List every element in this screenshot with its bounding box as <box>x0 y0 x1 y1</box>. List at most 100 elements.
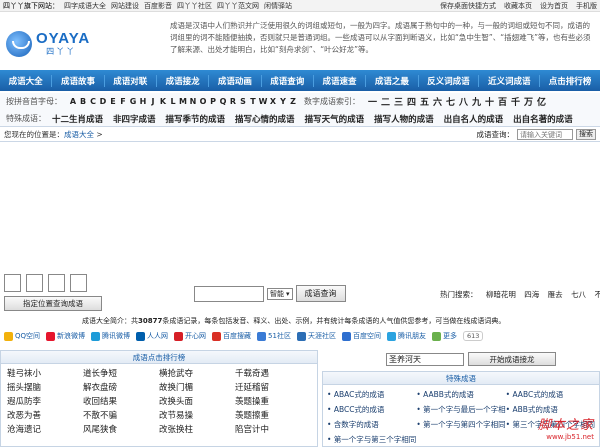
number-index-item[interactable]: 五 <box>418 95 431 108</box>
number-index-item[interactable]: 十 <box>483 95 496 108</box>
query-mode-select[interactable]: 智能 ▾ <box>267 287 293 300</box>
ranking-word[interactable]: 陷宫计中 <box>235 424 311 436</box>
special-index-item[interactable]: 描写心情的成语 <box>235 115 295 125</box>
ranking-word[interactable]: 道长争短 <box>83 368 159 380</box>
number-index-item[interactable]: 百 <box>496 95 509 108</box>
share-item[interactable]: 腾讯微博 <box>91 331 130 341</box>
pinyin-letter-t[interactable]: T <box>248 97 258 106</box>
position-cell-1[interactable] <box>4 274 21 292</box>
ranking-word[interactable]: 收回结果 <box>83 396 159 408</box>
nav-synonyms[interactable]: 近义词成语 <box>479 74 541 87</box>
share-item[interactable]: 百度空间 <box>341 331 381 341</box>
pinyin-letter-r[interactable]: R <box>228 97 238 106</box>
ranking-word[interactable]: 沧海遗记 <box>7 424 83 436</box>
site-link-baidu-player[interactable]: 百度影音 <box>144 1 172 11</box>
pinyin-letter-a[interactable]: A <box>68 97 78 106</box>
special-index-item[interactable]: 十二生肖成语 <box>52 115 103 125</box>
number-index-item[interactable]: 六 <box>431 95 444 108</box>
number-index-item[interactable]: 二 <box>379 95 392 108</box>
special-index-item[interactable]: 非四字成语 <box>113 115 156 125</box>
pinyin-letter-z[interactable]: Z <box>288 97 298 106</box>
pinyin-letter-w[interactable]: W <box>258 97 268 106</box>
site-logo[interactable]: OYAYA 四丫丫 <box>6 26 136 62</box>
nav-rankings[interactable]: 点击排行榜 <box>540 75 600 87</box>
ranking-word[interactable]: 不散不骗 <box>83 410 159 422</box>
mobile-link[interactable]: 手机版 <box>576 1 597 11</box>
pinyin-letter-q[interactable]: Q <box>218 97 228 106</box>
nav-antonyms[interactable]: 反义词成语 <box>419 74 480 87</box>
bookmark-link[interactable]: 收藏本页 <box>504 1 532 11</box>
search-input[interactable] <box>517 129 573 140</box>
number-index-item[interactable]: 万 <box>522 95 535 108</box>
site-link-essays[interactable]: 四丫丫范文网 <box>217 1 259 11</box>
number-index-item[interactable]: 千 <box>509 95 522 108</box>
number-index-item[interactable]: 四 <box>405 95 418 108</box>
hot-search-item[interactable]: 不惜 <box>594 290 600 299</box>
number-index-item[interactable]: 一 <box>366 95 379 108</box>
share-item[interactable]: 腾讯朋友 <box>386 331 426 341</box>
breadcrumb-link-all[interactable]: 成语大全 <box>64 130 94 139</box>
ranking-word[interactable]: 解衣盘磅 <box>83 382 159 394</box>
share-item[interactable]: 新浪微博 <box>46 331 85 341</box>
ranking-word[interactable]: 迁延稽留 <box>235 382 311 394</box>
number-index-item[interactable]: 七 <box>444 95 457 108</box>
solitaire-input[interactable]: 圣养河天 <box>386 352 464 366</box>
nav-superlatives[interactable]: 成语之最 <box>366 74 419 87</box>
ranking-word[interactable]: 改节易操 <box>159 410 235 422</box>
pinyin-letter-o[interactable]: O <box>198 97 208 106</box>
nav-stories[interactable]: 成语故事 <box>52 74 105 87</box>
hot-search-item[interactable]: 七八 <box>571 290 586 299</box>
pinyin-letter-s[interactable]: S <box>238 97 248 106</box>
number-index-item[interactable]: 八 <box>457 95 470 108</box>
share-item[interactable]: 更多 <box>431 331 457 341</box>
pinyin-letter-g[interactable]: G <box>128 97 138 106</box>
nav-animation[interactable]: 成语动画 <box>209 74 262 87</box>
ranking-word[interactable]: 风尾狭食 <box>83 424 159 436</box>
pinyin-letter-b[interactable]: B <box>78 97 88 106</box>
position-cell-4[interactable] <box>70 274 87 292</box>
share-item[interactable]: 51社区 <box>257 331 291 341</box>
hot-search-item[interactable]: 四海 <box>524 290 539 299</box>
special-index-item[interactable]: 出自名人的成语 <box>444 115 504 125</box>
pinyin-letter-f[interactable]: F <box>118 97 128 106</box>
site-link-leisure[interactable]: 闲情驿站 <box>264 1 292 11</box>
special-index-item[interactable]: 出自名著的成语 <box>513 115 573 125</box>
special-idiom-link[interactable]: ABCC式的成语 <box>327 404 416 416</box>
start-solitaire-button[interactable]: 开始成语接龙 <box>468 352 556 366</box>
pinyin-letter-k[interactable]: K <box>158 97 168 106</box>
nav-couplets[interactable]: 成语对联 <box>105 74 157 87</box>
pinyin-letter-x[interactable]: X <box>268 97 278 106</box>
nav-all-idioms[interactable]: 成语大全 <box>0 74 53 87</box>
ranking-word[interactable]: 改张换柱 <box>159 424 235 436</box>
site-link-community[interactable]: 四丫丫社区 <box>177 1 212 11</box>
ranking-word[interactable]: 羡题擦重 <box>235 410 311 422</box>
nav-quick-lookup[interactable]: 成语速查 <box>314 74 367 87</box>
nav-query[interactable]: 成语查询 <box>262 74 314 87</box>
special-index-item[interactable]: 描写季节的成语 <box>166 115 226 125</box>
ranking-word[interactable]: 鞋弓袜小 <box>7 368 83 380</box>
nav-solitaire[interactable]: 成语接龙 <box>157 74 210 87</box>
pinyin-letter-d[interactable]: D <box>98 97 108 106</box>
special-idiom-link[interactable]: AABB式的成语 <box>416 389 505 401</box>
share-item[interactable]: 人人网 <box>136 331 168 341</box>
set-homepage-link[interactable]: 设为首页 <box>540 1 568 11</box>
share-item[interactable]: 天涯社区 <box>296 331 336 341</box>
number-index-item[interactable]: 亿 <box>535 95 548 108</box>
number-index-item[interactable]: 三 <box>392 95 405 108</box>
special-index-item[interactable]: 描写人物的成语 <box>374 115 434 125</box>
pinyin-letter-m[interactable]: M <box>178 97 188 106</box>
pinyin-letter-y[interactable]: Y <box>278 97 288 106</box>
hot-search-item[interactable]: 雁去 <box>548 290 563 299</box>
pinyin-letter-h[interactable]: H <box>138 97 148 106</box>
special-idiom-link[interactable]: 第一个字与第四个字相同 <box>416 419 506 431</box>
ranking-word[interactable]: 遐瓜防李 <box>7 396 83 408</box>
share-item[interactable]: 百度搜藏 <box>212 331 251 341</box>
search-button[interactable]: 搜索 <box>576 129 596 140</box>
number-index-item[interactable]: 九 <box>470 95 483 108</box>
ranking-word[interactable]: 羡题操重 <box>235 396 311 408</box>
smart-query-input[interactable] <box>194 285 264 302</box>
ranking-word[interactable]: 千载奇遇 <box>235 368 311 380</box>
pinyin-letter-e[interactable]: E <box>108 97 118 106</box>
share-item[interactable]: 开心网 <box>174 331 206 341</box>
special-idiom-link[interactable]: 第一个字与最后一个字相同 <box>416 404 506 416</box>
